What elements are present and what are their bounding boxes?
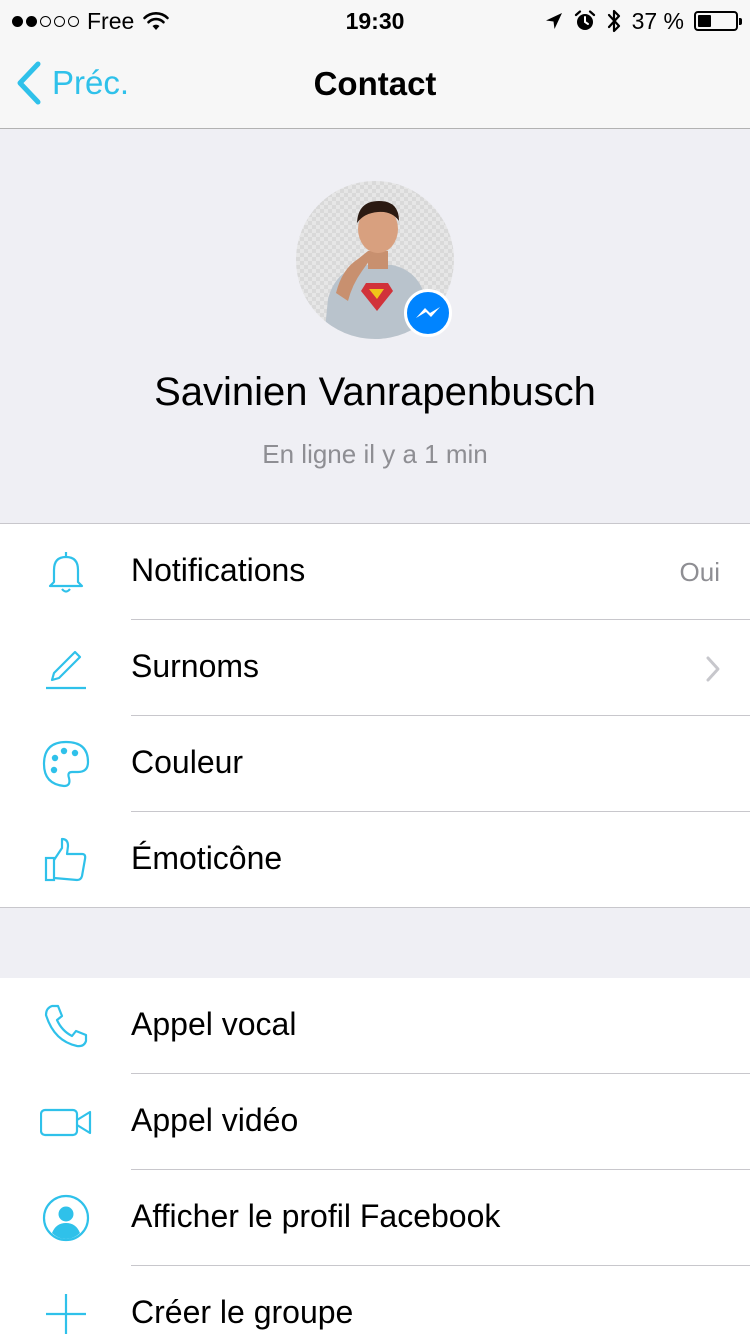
voice-call-row[interactable]: Appel vocal — [0, 978, 750, 1074]
nicknames-row[interactable]: Surnoms — [0, 620, 750, 716]
pencil-icon — [40, 642, 92, 694]
status-bar: Free 19:30 37 % — [0, 0, 750, 40]
bluetooth-icon — [607, 9, 620, 33]
color-label: Couleur — [131, 744, 244, 780]
battery-fill — [698, 15, 711, 27]
battery-percentage: 37 % — [631, 8, 684, 34]
palette-icon — [40, 738, 92, 790]
nicknames-label: Surnoms — [131, 648, 260, 684]
emoji-row[interactable]: Émoticône — [0, 812, 750, 908]
contact-name: Savinien Vanrapenbusch — [154, 370, 596, 414]
status-bar-right: 37 % — [544, 7, 742, 35]
notifications-row[interactable]: Notifications Oui — [0, 524, 750, 620]
create-group-label: Créer le groupe — [131, 1294, 354, 1330]
facebook-profile-row[interactable]: Afficher le profil Facebook — [0, 1170, 750, 1266]
chevron-right-icon — [706, 656, 720, 682]
emoji-label: Émoticône — [131, 840, 283, 876]
messenger-badge-icon — [404, 289, 452, 337]
notifications-label: Notifications — [131, 552, 306, 588]
battery-nub — [739, 18, 742, 25]
presence-status: En ligne il y a 1 min — [262, 439, 488, 469]
video-call-label: Appel vidéo — [131, 1102, 299, 1138]
settings-list: Notifications Oui Surnoms Couleur Émotic… — [0, 524, 750, 908]
profile-icon — [40, 1192, 92, 1244]
notifications-value: Oui — [679, 557, 720, 587]
profile-header: Savinien Vanrapenbusch En ligne il y a 1… — [0, 129, 750, 524]
messenger-bolt-icon — [416, 307, 440, 318]
phone-icon — [40, 1000, 92, 1052]
battery-icon — [694, 11, 742, 31]
video-camera-icon — [39, 1096, 92, 1148]
thumbs-up-icon — [40, 834, 92, 886]
alarm-icon — [574, 10, 595, 30]
video-call-row[interactable]: Appel vidéo — [0, 1074, 750, 1170]
facebook-profile-label: Afficher le profil Facebook — [131, 1198, 501, 1234]
plus-icon — [40, 1288, 92, 1334]
voice-call-label: Appel vocal — [131, 1006, 297, 1042]
color-row[interactable]: Couleur — [0, 716, 750, 812]
location-arrow-icon — [545, 13, 562, 29]
navigation-bar: Préc. Contact — [0, 40, 750, 129]
bell-icon — [40, 546, 92, 598]
create-group-row[interactable]: Créer le groupe — [0, 1266, 750, 1334]
section-spacer — [0, 907, 750, 979]
actions-list: Appel vocal Appel vidéo Afficher le prof… — [0, 978, 750, 1334]
contact-screen: Free 19:30 37 % Préc. Contact Savinien V… — [0, 0, 750, 1334]
page-title: Contact — [313, 65, 437, 102]
